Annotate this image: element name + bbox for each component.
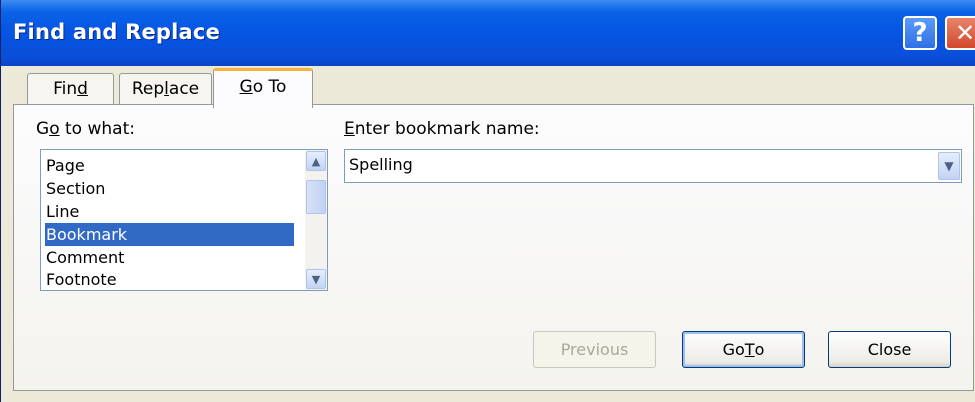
- up-arrow-icon: ▲: [311, 154, 321, 168]
- tab-find-label: Fin: [53, 79, 78, 99]
- bookmark-label-rest: nter bookmark name:: [354, 119, 540, 139]
- tab-find-accel: d: [77, 79, 88, 99]
- bookmark-label-accel: E: [344, 119, 355, 139]
- go-to-panel: Go to what: Page Section Line Bookmark C…: [13, 104, 974, 391]
- go-to-what-label: Go to what:: [36, 119, 135, 139]
- bookmark-name-combo[interactable]: Spelling ▼: [344, 149, 962, 183]
- close-button[interactable]: Close: [828, 331, 951, 368]
- list-item[interactable]: Line: [45, 200, 294, 223]
- list-item-selected[interactable]: Bookmark: [45, 223, 294, 246]
- go-to-label-pre: Go: [722, 340, 745, 359]
- tab-replace-label-rest: ace: [168, 79, 200, 99]
- go-to-what-label-post: to what:: [59, 119, 135, 139]
- chevron-down-icon: ▼: [944, 159, 954, 173]
- go-to-what-accel: o: [49, 119, 60, 139]
- go-to-what-label-pre: G: [36, 119, 50, 139]
- close-icon: ✕: [954, 19, 975, 47]
- down-arrow-icon: ▼: [311, 272, 321, 286]
- scroll-down-button[interactable]: ▼: [306, 269, 326, 289]
- previous-button[interactable]: Previous: [533, 331, 656, 368]
- tab-goto-label-rest: o To: [252, 77, 287, 97]
- list-item[interactable]: Section: [45, 177, 294, 200]
- help-icon: ?: [912, 18, 928, 48]
- go-to-accel: T: [744, 340, 755, 359]
- list-item[interactable]: Page: [45, 154, 294, 177]
- bookmark-name-label: Enter bookmark name:: [344, 119, 540, 139]
- tab-replace[interactable]: Replace: [119, 73, 212, 106]
- help-button[interactable]: ?: [903, 16, 937, 50]
- find-replace-dialog: Find and Replace ? ✕ Find Replace Go To …: [0, 0, 975, 402]
- tab-find[interactable]: Find: [27, 73, 114, 106]
- tab-goto-accel: G: [239, 77, 253, 97]
- scroll-up-button[interactable]: ▲: [306, 151, 326, 171]
- title-bar[interactable]: Find and Replace ? ✕: [1, 0, 975, 66]
- go-to-button[interactable]: Go To: [682, 331, 805, 368]
- list-scrollbar[interactable]: ▲ ▼: [305, 150, 327, 290]
- bookmark-dropdown-button[interactable]: ▼: [938, 152, 960, 180]
- close-window-button[interactable]: ✕: [945, 16, 975, 50]
- list-item[interactable]: Comment: [45, 246, 294, 269]
- tab-go-to[interactable]: Go To: [213, 68, 313, 108]
- go-to-label-post: o: [754, 340, 765, 359]
- dialog-title: Find and Replace: [13, 20, 221, 44]
- go-to-what-list[interactable]: Page Section Line Bookmark Comment Footn…: [40, 149, 328, 291]
- bookmark-name-value[interactable]: Spelling: [349, 155, 413, 174]
- tab-replace-label: Rep: [131, 79, 165, 99]
- scroll-thumb[interactable]: [306, 180, 326, 214]
- list-item[interactable]: Footnote: [45, 268, 294, 291]
- tab-strip: Find Replace Go To: [1, 66, 975, 108]
